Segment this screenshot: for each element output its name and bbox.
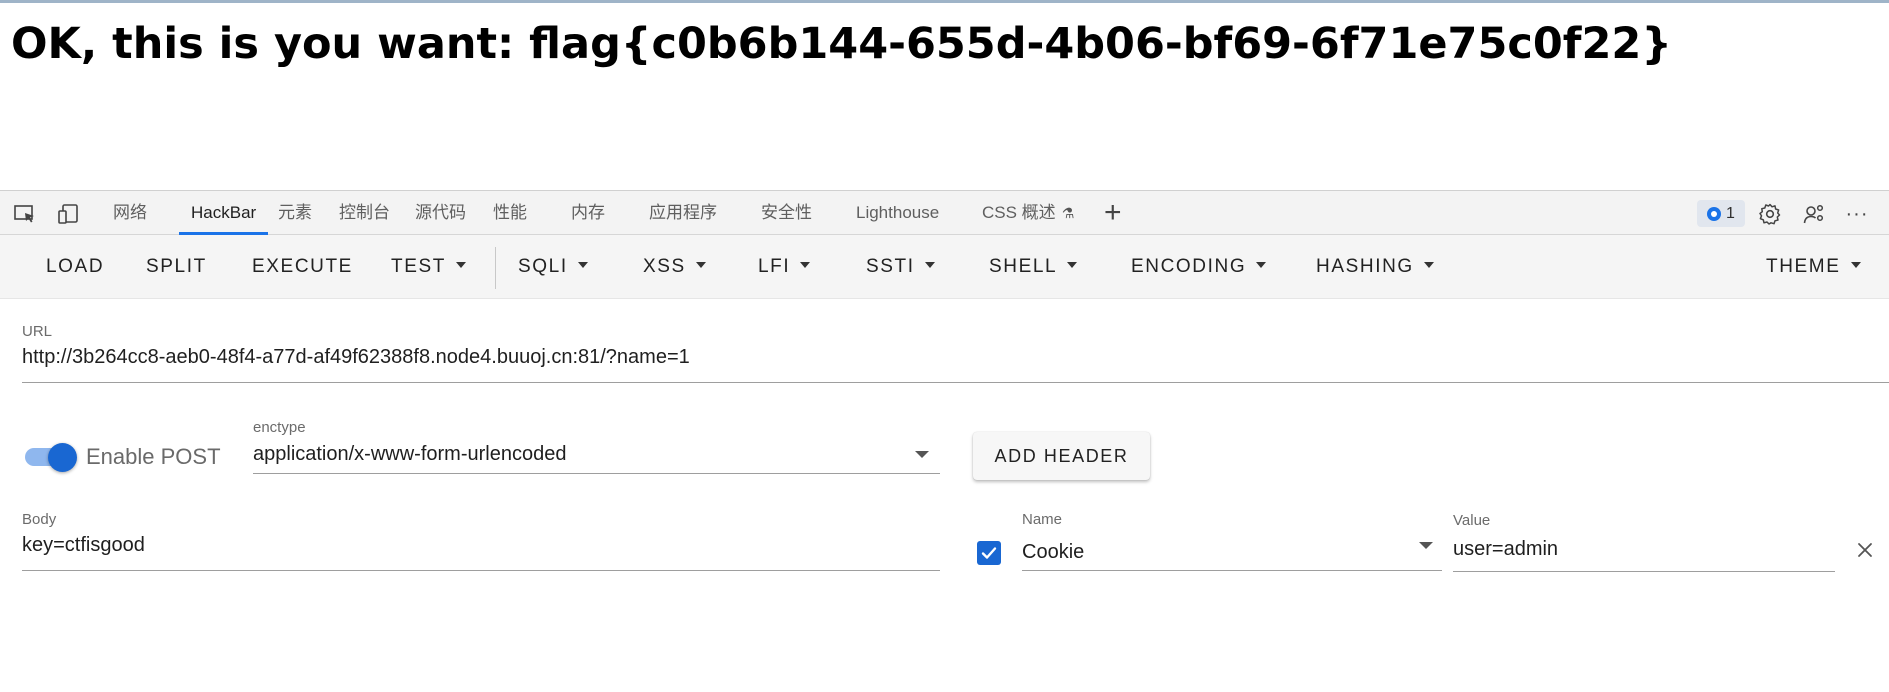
lfi-menu-label: LFI — [758, 256, 791, 277]
customize-icon[interactable] — [1802, 203, 1826, 225]
toolbar-divider — [495, 247, 496, 289]
enable-post-label: Enable POST — [86, 444, 221, 469]
toggle-knob[interactable] — [48, 443, 77, 472]
sqli-menu[interactable]: SQLI — [518, 235, 588, 299]
xss-menu[interactable]: XSS — [643, 235, 706, 299]
flask-icon: ⚗ — [1061, 205, 1075, 221]
split-button[interactable]: SPLIT — [146, 235, 207, 299]
plus-icon[interactable]: + — [1104, 191, 1122, 235]
chevron-down-icon — [455, 261, 466, 268]
device-emulation-icon[interactable] — [57, 203, 81, 225]
enctype-label: enctype — [253, 419, 306, 436]
tab-security[interactable]: 安全性 — [761, 191, 812, 235]
inspect-element-icon[interactable] — [13, 203, 37, 225]
enctype-underline — [253, 473, 940, 474]
hashing-menu[interactable]: HASHING — [1316, 235, 1434, 299]
close-icon[interactable] — [1855, 540, 1875, 560]
hackbar-toolbar: LOAD SPLIT EXECUTE TEST SQLI XSS LFI SST… — [0, 235, 1889, 299]
header-enabled-checkbox[interactable] — [977, 541, 1001, 565]
chevron-down-icon[interactable] — [1419, 542, 1433, 549]
chevron-down-icon — [924, 261, 935, 268]
header-name-label: Name — [1022, 511, 1063, 528]
page-heading: OK, this is you want: flag{c0b6b144-655d… — [11, 19, 1672, 69]
tab-network[interactable]: 网络 — [113, 191, 147, 235]
devtools-tab-bar: 网络 HackBar 元素 控制台 源代码 性能 内存 应用程序 安全性 Lig… — [0, 190, 1889, 235]
body-label: Body — [22, 511, 57, 528]
chevron-down-icon — [1256, 261, 1267, 268]
issues-count: 1 — [1726, 204, 1735, 222]
more-options-icon[interactable]: ··· — [1845, 203, 1869, 225]
sqli-menu-label: SQLI — [518, 256, 568, 277]
checkmark-icon — [981, 547, 997, 559]
theme-menu-label: THEME — [1766, 256, 1841, 277]
chevron-down-icon — [1850, 261, 1861, 268]
test-menu[interactable]: TEST — [391, 235, 466, 299]
body-input[interactable]: key=ctfisgood — [22, 534, 145, 557]
tab-memory[interactable]: 内存 — [571, 191, 605, 235]
tab-lighthouse[interactable]: Lighthouse — [856, 191, 939, 235]
top-border — [0, 0, 1889, 3]
encoding-menu[interactable]: ENCODING — [1131, 235, 1267, 299]
tab-elements[interactable]: 元素 — [278, 191, 312, 235]
tab-css-overview-label: CSS 概述 — [982, 203, 1056, 222]
tab-console[interactable]: 控制台 — [339, 191, 390, 235]
header-value-underline — [1453, 571, 1835, 572]
tab-hackbar[interactable]: HackBar — [178, 191, 269, 235]
chevron-down-icon — [1423, 261, 1434, 268]
enctype-select[interactable]: application/x-www-form-urlencoded — [253, 443, 566, 466]
issues-badge[interactable]: 1 — [1697, 200, 1745, 227]
message-icon — [1707, 206, 1722, 221]
header-name-underline — [1022, 570, 1442, 571]
url-label: URL — [22, 323, 53, 340]
chevron-down-icon — [577, 261, 588, 268]
header-name-select[interactable]: Cookie — [1022, 541, 1084, 564]
header-value-label: Value — [1453, 512, 1491, 529]
chevron-down-icon[interactable] — [915, 451, 929, 458]
chevron-down-icon — [1067, 261, 1078, 268]
body-underline — [22, 570, 940, 571]
chevron-down-icon — [800, 261, 811, 268]
ssti-menu-label: SSTI — [866, 256, 915, 277]
tab-performance[interactable]: 性能 — [493, 191, 527, 235]
xss-menu-label: XSS — [643, 256, 686, 277]
chevron-down-icon — [695, 261, 706, 268]
gear-icon[interactable] — [1758, 203, 1782, 225]
theme-menu[interactable]: THEME — [1766, 235, 1861, 299]
url-underline — [22, 382, 1889, 383]
tab-css-overview[interactable]: CSS 概述 ⚗ — [982, 191, 1074, 235]
lfi-menu[interactable]: LFI — [758, 235, 811, 299]
tab-application[interactable]: 应用程序 — [649, 191, 717, 235]
load-button[interactable]: LOAD — [46, 235, 104, 299]
shell-menu-label: SHELL — [989, 256, 1058, 277]
ssti-menu[interactable]: SSTI — [866, 235, 935, 299]
encoding-menu-label: ENCODING — [1131, 256, 1247, 277]
url-input[interactable]: http://3b264cc8-aeb0-48f4-a77d-af49f6238… — [22, 346, 690, 369]
execute-button[interactable]: EXECUTE — [252, 235, 353, 299]
hashing-menu-label: HASHING — [1316, 256, 1414, 277]
add-header-button[interactable]: ADD HEADER — [973, 432, 1150, 480]
shell-menu[interactable]: SHELL — [989, 235, 1078, 299]
header-value-input[interactable]: user=admin — [1453, 538, 1558, 561]
tab-sources[interactable]: 源代码 — [415, 191, 466, 235]
test-menu-label: TEST — [391, 256, 446, 277]
